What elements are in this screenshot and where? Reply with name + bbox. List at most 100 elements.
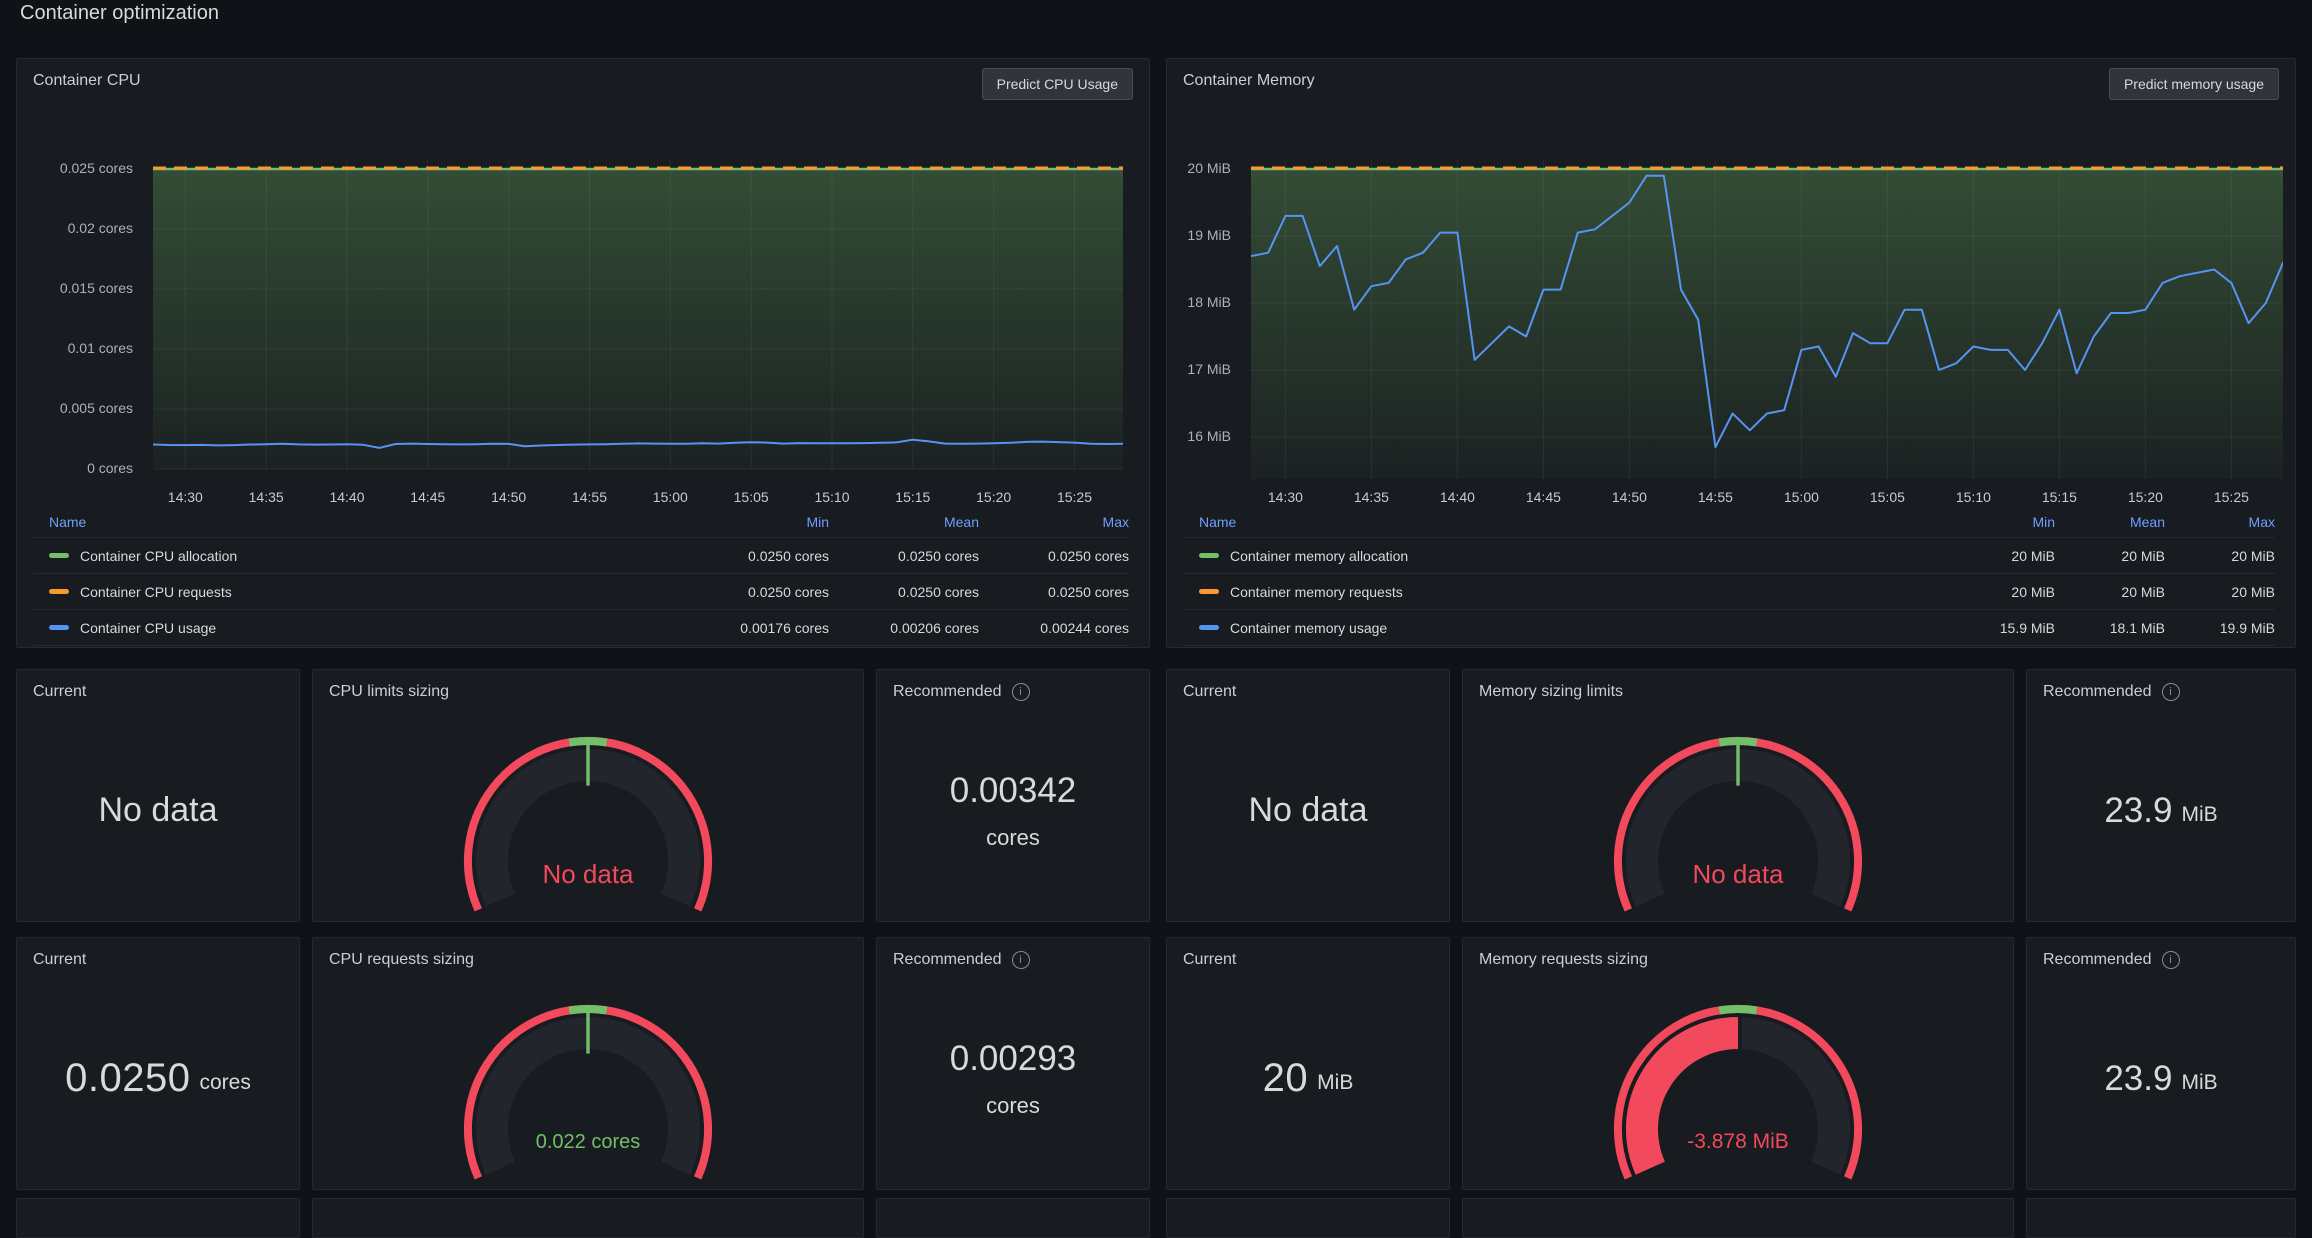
x-tick-label: 15:15 <box>2024 489 2094 505</box>
y-tick-label: 0.01 cores <box>68 340 133 356</box>
memory-requests-recommended-panel: Recommendedi 23.9 MiB <box>2026 937 2296 1190</box>
y-tick-label: 0.025 cores <box>60 160 133 176</box>
info-icon[interactable]: i <box>1012 951 1030 969</box>
predict-memory-usage-button[interactable]: Predict memory usage <box>2109 68 2279 100</box>
stat-unit: MiB <box>2181 803 2217 827</box>
x-tick-label: 15:00 <box>635 489 705 505</box>
container-cpu-panel: Container CPU Predict CPU Usage 0 cores 0… <box>16 58 1150 648</box>
cpu-legend: Name Min Mean Max Container CPU allocati… <box>33 507 1129 646</box>
memory-panel-title[interactable]: Container Memory <box>1183 72 1315 90</box>
gauge-value: 0.022 cores <box>313 1127 863 1157</box>
x-tick-label: 15:15 <box>878 489 948 505</box>
memory-requests-sizing-panel: Memory requests sizing -3.878 MiB <box>1462 937 2014 1190</box>
stat-unit: cores <box>986 825 1040 851</box>
series-name[interactable]: Container memory usage <box>1183 620 1945 636</box>
series-name[interactable]: Container CPU requests <box>33 584 679 600</box>
min-value: 20 MiB <box>1945 584 2055 600</box>
memory-legend-header-min[interactable]: Min <box>1945 514 2055 530</box>
stat-title[interactable]: Recommendedi <box>893 951 1030 969</box>
legend-row: Container CPU requests 0.0250 cores 0.02… <box>33 573 1129 609</box>
series-swatch <box>1199 589 1219 594</box>
mean-value: 0.0250 cores <box>829 584 979 600</box>
x-tick-label: 14:45 <box>1508 489 1578 505</box>
stat-unit: cores <box>199 1071 250 1095</box>
mean-value: 18.1 MiB <box>2055 620 2165 636</box>
max-value: 0.0250 cores <box>979 584 1129 600</box>
x-tick-label: 15:25 <box>2196 489 2266 505</box>
info-icon[interactable]: i <box>2162 951 2180 969</box>
x-tick-label: 14:55 <box>555 489 625 505</box>
cpu-legend-header-name[interactable]: Name <box>33 514 679 530</box>
cpu-legend-header-max[interactable]: Max <box>979 514 1129 530</box>
max-value: 19.9 MiB <box>2165 620 2275 636</box>
info-icon[interactable]: i <box>1012 683 1030 701</box>
gauge <box>434 733 743 922</box>
memory-legend-header-name[interactable]: Name <box>1183 514 1945 530</box>
clipped-panel <box>312 1198 864 1238</box>
series-name[interactable]: Container memory allocation <box>1183 548 1945 564</box>
x-tick-label: 15:20 <box>2110 489 2180 505</box>
stat-title[interactable]: Current <box>1183 683 1236 701</box>
cpu-legend-header-min[interactable]: Min <box>679 514 829 530</box>
series-name[interactable]: Container CPU usage <box>33 620 679 636</box>
stat-title[interactable]: Recommendedi <box>2043 683 2180 701</box>
memory-limits-current-panel: Current No data <box>1166 669 1450 922</box>
x-tick-label: 14:45 <box>393 489 463 505</box>
x-tick-label: 15:20 <box>959 489 1029 505</box>
memory-legend-header-mean[interactable]: Mean <box>2055 514 2165 530</box>
stat-value: 0.0250 <box>65 1056 190 1101</box>
memory-legend: Name Min Mean Max Container memory alloc… <box>1183 507 2275 646</box>
stat-value: 23.9 <box>2104 1059 2172 1099</box>
gauge <box>434 1001 743 1190</box>
x-tick-label: 15:05 <box>1852 489 1922 505</box>
gauge-value: No data <box>313 859 863 889</box>
cpu-requests-recommended-panel: Recommendedi 0.00293cores <box>876 937 1150 1190</box>
cpu-limits-current-panel: Current No data <box>16 669 300 922</box>
stat-value: 20 <box>1263 1056 1309 1101</box>
series-name[interactable]: Container memory requests <box>1183 584 1945 600</box>
stat-title[interactable]: Memory requests sizing <box>1479 951 1648 969</box>
stat-unit: MiB <box>2181 1071 2217 1095</box>
stat-value: 23.9 <box>2104 791 2172 831</box>
stat-value: 0.00342 <box>950 771 1077 811</box>
legend-row: Container memory requests 20 MiB 20 MiB … <box>1183 573 2275 609</box>
x-tick-label: 14:40 <box>1422 489 1492 505</box>
series-name[interactable]: Container CPU allocation <box>33 548 679 564</box>
x-tick-label: 15:10 <box>797 489 867 505</box>
x-tick-label: 14:50 <box>1594 489 1664 505</box>
stat-title[interactable]: Memory sizing limits <box>1479 683 1623 701</box>
memory-plot-area[interactable] <box>1251 159 2283 479</box>
mean-value: 20 MiB <box>2055 584 2165 600</box>
x-tick-label: 14:55 <box>1680 489 1750 505</box>
stat-title[interactable]: Current <box>33 683 86 701</box>
max-value: 0.00244 cores <box>979 620 1129 636</box>
memory-legend-header-max[interactable]: Max <box>2165 514 2275 530</box>
gauge-value: No data <box>1463 859 2013 889</box>
stat-title[interactable]: Recommendedi <box>2043 951 2180 969</box>
y-tick-label: 0.02 cores <box>68 220 133 236</box>
stat-title[interactable]: Recommendedi <box>893 683 1030 701</box>
stat-title[interactable]: CPU limits sizing <box>329 683 449 701</box>
x-tick-label: 15:25 <box>1040 489 1110 505</box>
y-tick-label: 17 MiB <box>1187 361 1231 377</box>
stat-title[interactable]: Current <box>1183 951 1236 969</box>
y-tick-label: 0 cores <box>87 460 133 476</box>
min-value: 0.0250 cores <box>679 548 829 564</box>
cpu-plot-area[interactable] <box>153 159 1123 479</box>
container-memory-panel: Container Memory Predict memory usage 16… <box>1166 58 2296 648</box>
cpu-limits-recommended-panel: Recommendedi 0.00342 cores <box>876 669 1150 922</box>
cpu-legend-header-mean[interactable]: Mean <box>829 514 979 530</box>
legend-row: Container CPU usage 0.00176 cores 0.0020… <box>33 609 1129 646</box>
stat-title[interactable]: CPU requests sizing <box>329 951 474 969</box>
x-tick-label: 15:00 <box>1766 489 1836 505</box>
stat-unit: cores <box>986 1093 1040 1119</box>
predict-cpu-usage-button[interactable]: Predict CPU Usage <box>982 68 1133 100</box>
stat-title[interactable]: Current <box>33 951 86 969</box>
gauge-value: -3.878 MiB <box>1463 1127 2013 1157</box>
y-tick-label: 0.005 cores <box>60 400 133 416</box>
cpu-panel-title[interactable]: Container CPU <box>33 72 141 90</box>
info-icon[interactable]: i <box>2162 683 2180 701</box>
mean-value: 0.00206 cores <box>829 620 979 636</box>
clipped-panel <box>1462 1198 2014 1238</box>
y-tick-label: 18 MiB <box>1187 294 1231 310</box>
